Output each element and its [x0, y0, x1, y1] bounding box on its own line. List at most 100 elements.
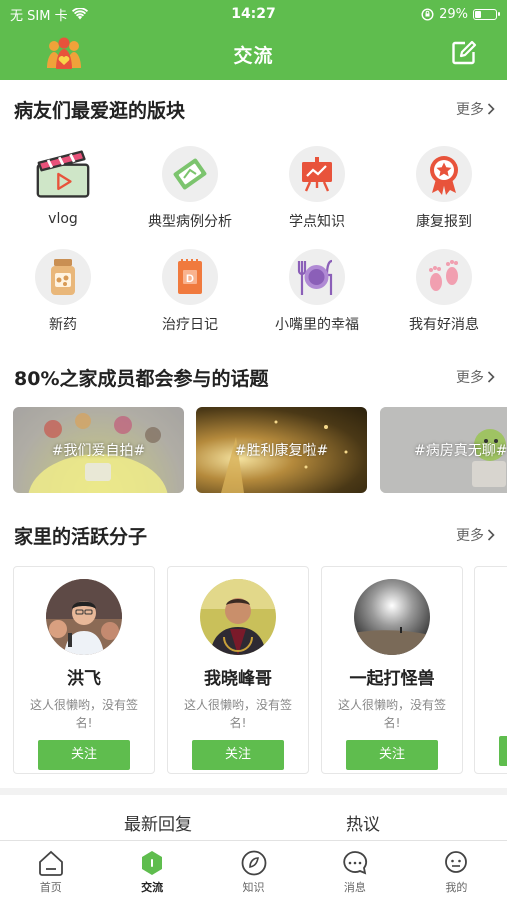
- topic-card-selfie[interactable]: #我们爱自拍#: [13, 407, 184, 493]
- tab-hot-discussion[interactable]: 热议: [346, 810, 380, 835]
- member-signature: 这人很懒哟，没有签名!: [30, 698, 139, 730]
- follow-button[interactable]: 关注: [346, 740, 438, 770]
- tab-label: 消息: [343, 881, 366, 894]
- orientation-lock-icon: [421, 7, 434, 21]
- topics-section-title: 80%之家成员都会参与的话题: [14, 367, 269, 390]
- member-signature: 这人很懒哟，没有签名!: [184, 698, 293, 730]
- category-icon-wrap: [162, 146, 218, 202]
- category-diary[interactable]: D 治疗日记: [127, 249, 253, 334]
- follow-button-partial[interactable]: [499, 736, 507, 766]
- active-section-header: 家里的活跃分子 更多: [0, 520, 507, 550]
- top-bar: 无 SIM 卡 14:27 29% 交流: [0, 0, 507, 80]
- category-icon-wrap: [35, 146, 91, 202]
- diary-icon: D: [178, 259, 202, 294]
- tab-messages[interactable]: 消息: [304, 841, 405, 900]
- boards-more-link[interactable]: 更多: [456, 99, 495, 119]
- follow-button[interactable]: 关注: [192, 740, 284, 770]
- footprints-icon: [429, 260, 458, 291]
- chevron-right-icon: [487, 371, 495, 383]
- plate-cutlery-icon: [297, 259, 333, 295]
- follow-button[interactable]: 关注: [38, 740, 130, 770]
- status-time: 14:27: [231, 6, 276, 22]
- family-logo-icon[interactable]: [44, 34, 84, 72]
- category-icon-wrap: [416, 146, 472, 202]
- category-new-drug[interactable]: 新药: [0, 249, 126, 334]
- clapperboard-icon: [36, 150, 90, 198]
- category-case-analysis[interactable]: 典型病例分析: [127, 146, 253, 231]
- member-name: 一起打怪兽: [349, 669, 435, 689]
- app-screen: 无 SIM 卡 14:27 29% 交流 病友们最爱逛的版块 更多 vlog 典…: [0, 0, 507, 900]
- topics-more-link[interactable]: 更多: [456, 367, 495, 387]
- category-good-news[interactable]: 我有好消息: [381, 249, 507, 334]
- avatar[interactable]: [46, 579, 122, 655]
- status-bar: 无 SIM 卡 14:27 29%: [0, 0, 507, 28]
- category-label: 治疗日记: [162, 317, 218, 333]
- wifi-icon: [71, 8, 88, 20]
- message-icon: [343, 851, 367, 875]
- topic-label: #病房真无聊#: [414, 443, 507, 459]
- tab-label: 知识: [242, 881, 265, 894]
- member-card-partial[interactable]: [474, 566, 507, 774]
- category-label: 典型病例分析: [148, 214, 232, 230]
- tab-knowledge[interactable]: 知识: [203, 841, 304, 900]
- page-title: 交流: [233, 44, 274, 67]
- knowledge-icon: [241, 850, 266, 876]
- category-knowledge[interactable]: 学点知识: [254, 146, 380, 231]
- category-label: 康复报到: [416, 214, 472, 230]
- category-food[interactable]: 小嘴里的幸福: [254, 249, 380, 334]
- tab-label: 我的: [445, 881, 468, 894]
- carrier-label: 无 SIM 卡: [10, 8, 68, 24]
- boards-more-label: 更多: [456, 102, 484, 118]
- category-icon-wrap: [289, 146, 345, 202]
- member-signature: 这人很懒哟，没有签名!: [338, 698, 447, 730]
- avatar-photo: [46, 579, 122, 655]
- tab-label: 交流: [141, 881, 164, 894]
- feed-tabs: 最新回复 热议: [0, 806, 507, 838]
- presentation-board-icon: [302, 157, 332, 192]
- avatar[interactable]: [200, 579, 276, 655]
- tab-profile[interactable]: 我的: [406, 841, 507, 900]
- profile-icon: [445, 851, 468, 873]
- category-icon-wrap: [416, 249, 472, 305]
- boards-section-title: 病友们最爱逛的版块: [14, 99, 186, 122]
- category-label: 我有好消息: [409, 317, 479, 333]
- section-divider: [0, 788, 507, 795]
- topic-card-bored[interactable]: #病房真无聊#: [380, 407, 507, 493]
- exchange-icon: [142, 851, 163, 875]
- tab-latest-replies[interactable]: 最新回复: [124, 810, 192, 835]
- category-recovery[interactable]: 康复报到: [381, 146, 507, 231]
- award-ribbon-icon: [430, 156, 458, 195]
- svg-text:D: D: [186, 273, 194, 285]
- topic-label: #胜利康复啦#: [234, 443, 329, 459]
- tab-exchange[interactable]: 交流: [101, 841, 202, 900]
- case-analysis-icon: [173, 158, 207, 190]
- home-icon: [38, 850, 63, 876]
- avatar[interactable]: [354, 579, 430, 655]
- topic-card-recovery[interactable]: #胜利康复啦#: [196, 407, 367, 493]
- tab-label: 首页: [39, 881, 62, 894]
- active-more-link[interactable]: 更多: [456, 525, 495, 545]
- topic-label: #我们爱自拍#: [51, 443, 146, 459]
- bottom-tab-bar: 首页 交流 知识 消息 我的: [0, 840, 507, 900]
- active-section-title: 家里的活跃分子: [14, 525, 148, 548]
- topics-more-label: 更多: [456, 370, 484, 386]
- category-icon-wrap: D: [162, 249, 218, 305]
- chevron-right-icon: [487, 103, 495, 115]
- battery-percent: 29%: [439, 6, 468, 22]
- avatar-photo: [354, 579, 430, 655]
- member-card[interactable]: 洪飞 这人很懒哟，没有签名! 关注: [13, 566, 155, 774]
- battery-icon: [473, 8, 500, 20]
- member-card[interactable]: 我晓峰哥 这人很懒哟，没有签名! 关注: [167, 566, 309, 774]
- boards-section-header: 病友们最爱逛的版块 更多: [0, 94, 507, 124]
- category-icon-wrap: [35, 249, 91, 305]
- category-vlog[interactable]: vlog: [0, 146, 126, 227]
- category-icon-wrap: [289, 249, 345, 305]
- compose-icon[interactable]: [451, 40, 477, 66]
- pill-bottle-icon: [51, 259, 75, 295]
- avatar-photo: [200, 579, 276, 655]
- category-label: 小嘴里的幸福: [275, 317, 359, 333]
- topics-section-header: 80%之家成员都会参与的话题 更多: [0, 362, 507, 392]
- member-card[interactable]: 一起打怪兽 这人很懒哟，没有签名! 关注: [321, 566, 463, 774]
- tab-home[interactable]: 首页: [0, 841, 101, 900]
- nav-bar: 交流: [0, 28, 507, 80]
